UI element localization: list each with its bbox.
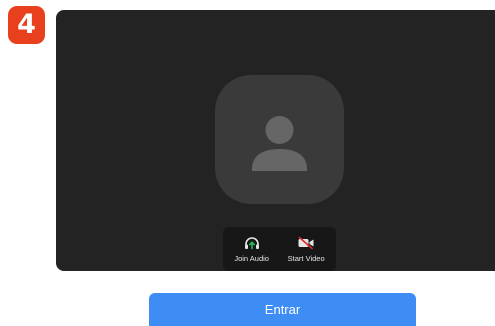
- enter-meeting-button[interactable]: Entrar: [149, 293, 416, 326]
- avatar-placeholder: [215, 75, 344, 204]
- join-meeting-screen: 4 Join Audio Start Video Entrar: [0, 0, 495, 326]
- preview-controls-bar: Join Audio Start Video: [223, 227, 336, 271]
- join-audio-label: Join Audio: [234, 253, 269, 263]
- video-preview-panel: Join Audio Start Video: [56, 10, 495, 271]
- user-silhouette-icon: [252, 116, 307, 171]
- step-number-badge: 4: [8, 6, 45, 44]
- video-off-icon: [298, 236, 314, 249]
- headphones-icon: [244, 236, 259, 249]
- join-audio-button[interactable]: Join Audio: [234, 236, 269, 263]
- start-video-label: Start Video: [287, 253, 325, 263]
- start-video-button[interactable]: Start Video: [288, 236, 325, 263]
